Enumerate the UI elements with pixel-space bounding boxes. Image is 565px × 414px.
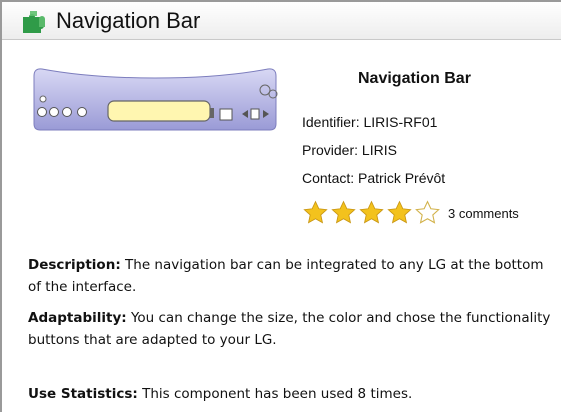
star-filled-icon[interactable] [386, 200, 413, 226]
star-filled-icon[interactable] [330, 200, 357, 226]
statistics-label: Use Statistics: [28, 386, 138, 402]
adaptability-paragraph: Adaptability: You can change the size, t… [28, 307, 556, 351]
component-panel: Navigation Bar Navigation Bar Identifier… [0, 0, 561, 412]
contact-text: Contact: Patrick Prévôt [302, 170, 446, 186]
star-empty-icon[interactable] [414, 200, 441, 226]
star-filled-icon[interactable] [358, 200, 385, 226]
description-label: Description: [28, 257, 121, 273]
component-name: Navigation Bar [358, 70, 471, 87]
statistics-text: This component has been used 8 times. [142, 386, 413, 402]
provider-text: Provider: LIRIS [302, 142, 397, 158]
statistics-paragraph: Use Statistics: This component has been … [28, 383, 556, 405]
identifier-text: Identifier: LIRIS-RF01 [302, 114, 438, 130]
panel-title: Navigation Bar [56, 8, 201, 33]
comments-link[interactable]: 3 comments [448, 206, 519, 221]
puzzle-piece-icon [23, 11, 45, 33]
description-paragraph: Description: The navigation bar can be i… [28, 254, 556, 298]
navigation-bar-thumbnail [33, 68, 278, 131]
rating-stars[interactable]: 3 comments [302, 200, 519, 226]
panel-header[interactable]: Navigation Bar [2, 2, 561, 40]
star-filled-icon[interactable] [302, 200, 329, 226]
adaptability-label: Adaptability: [28, 310, 127, 326]
